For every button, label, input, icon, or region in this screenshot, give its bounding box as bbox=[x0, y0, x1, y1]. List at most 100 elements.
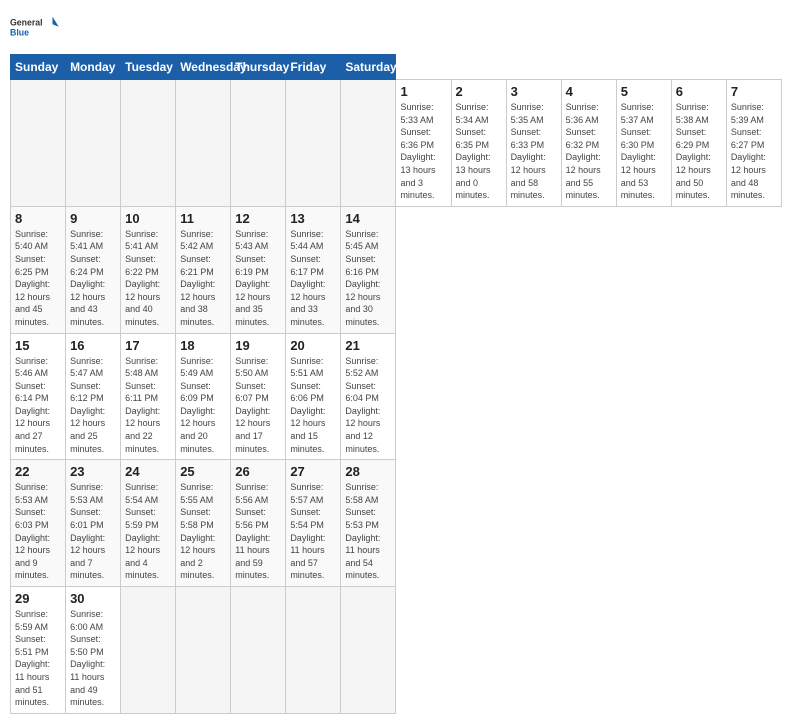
day-info: Sunrise: 5:33 AM Sunset: 6:36 PM Dayligh… bbox=[400, 101, 446, 202]
calendar-cell bbox=[341, 587, 396, 714]
day-number: 18 bbox=[180, 338, 226, 353]
day-info: Sunrise: 5:43 AM Sunset: 6:19 PM Dayligh… bbox=[235, 228, 281, 329]
calendar-cell: 24 Sunrise: 5:54 AM Sunset: 5:59 PM Dayl… bbox=[121, 460, 176, 587]
day-number: 7 bbox=[731, 84, 777, 99]
day-info: Sunrise: 5:59 AM Sunset: 5:51 PM Dayligh… bbox=[15, 608, 61, 709]
calendar-cell: 15 Sunrise: 5:46 AM Sunset: 6:14 PM Dayl… bbox=[11, 333, 66, 460]
col-header-saturday: Saturday bbox=[341, 55, 396, 80]
day-info: Sunrise: 5:49 AM Sunset: 6:09 PM Dayligh… bbox=[180, 355, 226, 456]
day-info: Sunrise: 5:40 AM Sunset: 6:25 PM Dayligh… bbox=[15, 228, 61, 329]
calendar-cell: 1 Sunrise: 5:33 AM Sunset: 6:36 PM Dayli… bbox=[396, 80, 451, 207]
calendar-week-row: 22 Sunrise: 5:53 AM Sunset: 6:03 PM Dayl… bbox=[11, 460, 782, 587]
day-number: 5 bbox=[621, 84, 667, 99]
day-number: 12 bbox=[235, 211, 281, 226]
logo: General Blue bbox=[10, 10, 60, 46]
calendar-cell bbox=[11, 80, 66, 207]
calendar-cell: 16 Sunrise: 5:47 AM Sunset: 6:12 PM Dayl… bbox=[66, 333, 121, 460]
day-number: 28 bbox=[345, 464, 391, 479]
col-header-thursday: Thursday bbox=[231, 55, 286, 80]
calendar-cell: 30 Sunrise: 6:00 AM Sunset: 5:50 PM Dayl… bbox=[66, 587, 121, 714]
day-number: 26 bbox=[235, 464, 281, 479]
calendar-week-row: 29 Sunrise: 5:59 AM Sunset: 5:51 PM Dayl… bbox=[11, 587, 782, 714]
day-info: Sunrise: 5:38 AM Sunset: 6:29 PM Dayligh… bbox=[676, 101, 722, 202]
day-info: Sunrise: 5:56 AM Sunset: 5:56 PM Dayligh… bbox=[235, 481, 281, 582]
day-number: 3 bbox=[511, 84, 557, 99]
day-info: Sunrise: 5:54 AM Sunset: 5:59 PM Dayligh… bbox=[125, 481, 171, 582]
day-number: 20 bbox=[290, 338, 336, 353]
day-number: 11 bbox=[180, 211, 226, 226]
day-info: Sunrise: 5:52 AM Sunset: 6:04 PM Dayligh… bbox=[345, 355, 391, 456]
day-number: 13 bbox=[290, 211, 336, 226]
calendar-cell: 19 Sunrise: 5:50 AM Sunset: 6:07 PM Dayl… bbox=[231, 333, 286, 460]
calendar-cell: 25 Sunrise: 5:55 AM Sunset: 5:58 PM Dayl… bbox=[176, 460, 231, 587]
calendar-cell: 7 Sunrise: 5:39 AM Sunset: 6:27 PM Dayli… bbox=[726, 80, 781, 207]
calendar-cell: 18 Sunrise: 5:49 AM Sunset: 6:09 PM Dayl… bbox=[176, 333, 231, 460]
day-number: 6 bbox=[676, 84, 722, 99]
day-number: 9 bbox=[70, 211, 116, 226]
day-number: 25 bbox=[180, 464, 226, 479]
logo-svg: General Blue bbox=[10, 10, 60, 46]
calendar-cell: 10 Sunrise: 5:41 AM Sunset: 6:22 PM Dayl… bbox=[121, 206, 176, 333]
col-header-tuesday: Tuesday bbox=[121, 55, 176, 80]
svg-text:General: General bbox=[10, 18, 43, 28]
calendar-cell bbox=[286, 80, 341, 207]
calendar-week-row: 8 Sunrise: 5:40 AM Sunset: 6:25 PM Dayli… bbox=[11, 206, 782, 333]
day-info: Sunrise: 5:35 AM Sunset: 6:33 PM Dayligh… bbox=[511, 101, 557, 202]
col-header-friday: Friday bbox=[286, 55, 341, 80]
calendar-cell: 23 Sunrise: 5:53 AM Sunset: 6:01 PM Dayl… bbox=[66, 460, 121, 587]
calendar-cell: 8 Sunrise: 5:40 AM Sunset: 6:25 PM Dayli… bbox=[11, 206, 66, 333]
calendar-cell: 29 Sunrise: 5:59 AM Sunset: 5:51 PM Dayl… bbox=[11, 587, 66, 714]
calendar-cell: 28 Sunrise: 5:58 AM Sunset: 5:53 PM Dayl… bbox=[341, 460, 396, 587]
calendar-cell: 9 Sunrise: 5:41 AM Sunset: 6:24 PM Dayli… bbox=[66, 206, 121, 333]
day-info: Sunrise: 5:50 AM Sunset: 6:07 PM Dayligh… bbox=[235, 355, 281, 456]
day-info: Sunrise: 5:55 AM Sunset: 5:58 PM Dayligh… bbox=[180, 481, 226, 582]
calendar-cell bbox=[66, 80, 121, 207]
day-number: 15 bbox=[15, 338, 61, 353]
calendar-cell: 11 Sunrise: 5:42 AM Sunset: 6:21 PM Dayl… bbox=[176, 206, 231, 333]
calendar-cell: 27 Sunrise: 5:57 AM Sunset: 5:54 PM Dayl… bbox=[286, 460, 341, 587]
day-number: 30 bbox=[70, 591, 116, 606]
day-info: Sunrise: 5:53 AM Sunset: 6:03 PM Dayligh… bbox=[15, 481, 61, 582]
calendar-cell: 17 Sunrise: 5:48 AM Sunset: 6:11 PM Dayl… bbox=[121, 333, 176, 460]
day-info: Sunrise: 5:47 AM Sunset: 6:12 PM Dayligh… bbox=[70, 355, 116, 456]
day-number: 27 bbox=[290, 464, 336, 479]
day-number: 14 bbox=[345, 211, 391, 226]
calendar-cell: 2 Sunrise: 5:34 AM Sunset: 6:35 PM Dayli… bbox=[451, 80, 506, 207]
calendar-cell bbox=[341, 80, 396, 207]
day-number: 23 bbox=[70, 464, 116, 479]
day-info: Sunrise: 5:58 AM Sunset: 5:53 PM Dayligh… bbox=[345, 481, 391, 582]
day-info: Sunrise: 5:46 AM Sunset: 6:14 PM Dayligh… bbox=[15, 355, 61, 456]
day-number: 29 bbox=[15, 591, 61, 606]
calendar-cell bbox=[231, 587, 286, 714]
calendar-cell: 14 Sunrise: 5:45 AM Sunset: 6:16 PM Dayl… bbox=[341, 206, 396, 333]
day-number: 1 bbox=[400, 84, 446, 99]
calendar-cell bbox=[286, 587, 341, 714]
calendar-cell: 5 Sunrise: 5:37 AM Sunset: 6:30 PM Dayli… bbox=[616, 80, 671, 207]
calendar-cell: 26 Sunrise: 5:56 AM Sunset: 5:56 PM Dayl… bbox=[231, 460, 286, 587]
day-info: Sunrise: 5:53 AM Sunset: 6:01 PM Dayligh… bbox=[70, 481, 116, 582]
calendar-cell: 12 Sunrise: 5:43 AM Sunset: 6:19 PM Dayl… bbox=[231, 206, 286, 333]
calendar-cell bbox=[176, 80, 231, 207]
calendar-cell: 22 Sunrise: 5:53 AM Sunset: 6:03 PM Dayl… bbox=[11, 460, 66, 587]
day-info: Sunrise: 5:42 AM Sunset: 6:21 PM Dayligh… bbox=[180, 228, 226, 329]
day-info: Sunrise: 5:39 AM Sunset: 6:27 PM Dayligh… bbox=[731, 101, 777, 202]
col-header-sunday: Sunday bbox=[11, 55, 66, 80]
day-number: 8 bbox=[15, 211, 61, 226]
calendar-cell bbox=[121, 80, 176, 207]
calendar-cell: 4 Sunrise: 5:36 AM Sunset: 6:32 PM Dayli… bbox=[561, 80, 616, 207]
calendar-week-row: 1 Sunrise: 5:33 AM Sunset: 6:36 PM Dayli… bbox=[11, 80, 782, 207]
calendar-cell: 3 Sunrise: 5:35 AM Sunset: 6:33 PM Dayli… bbox=[506, 80, 561, 207]
day-number: 24 bbox=[125, 464, 171, 479]
day-info: Sunrise: 5:41 AM Sunset: 6:22 PM Dayligh… bbox=[125, 228, 171, 329]
calendar-cell bbox=[121, 587, 176, 714]
calendar-cell: 6 Sunrise: 5:38 AM Sunset: 6:29 PM Dayli… bbox=[671, 80, 726, 207]
day-number: 22 bbox=[15, 464, 61, 479]
day-info: Sunrise: 5:37 AM Sunset: 6:30 PM Dayligh… bbox=[621, 101, 667, 202]
day-info: Sunrise: 5:41 AM Sunset: 6:24 PM Dayligh… bbox=[70, 228, 116, 329]
calendar-cell: 13 Sunrise: 5:44 AM Sunset: 6:17 PM Dayl… bbox=[286, 206, 341, 333]
calendar-cell: 20 Sunrise: 5:51 AM Sunset: 6:06 PM Dayl… bbox=[286, 333, 341, 460]
day-info: Sunrise: 5:45 AM Sunset: 6:16 PM Dayligh… bbox=[345, 228, 391, 329]
col-header-monday: Monday bbox=[66, 55, 121, 80]
calendar-header-row: SundayMondayTuesdayWednesdayThursdayFrid… bbox=[11, 55, 782, 80]
day-number: 19 bbox=[235, 338, 281, 353]
